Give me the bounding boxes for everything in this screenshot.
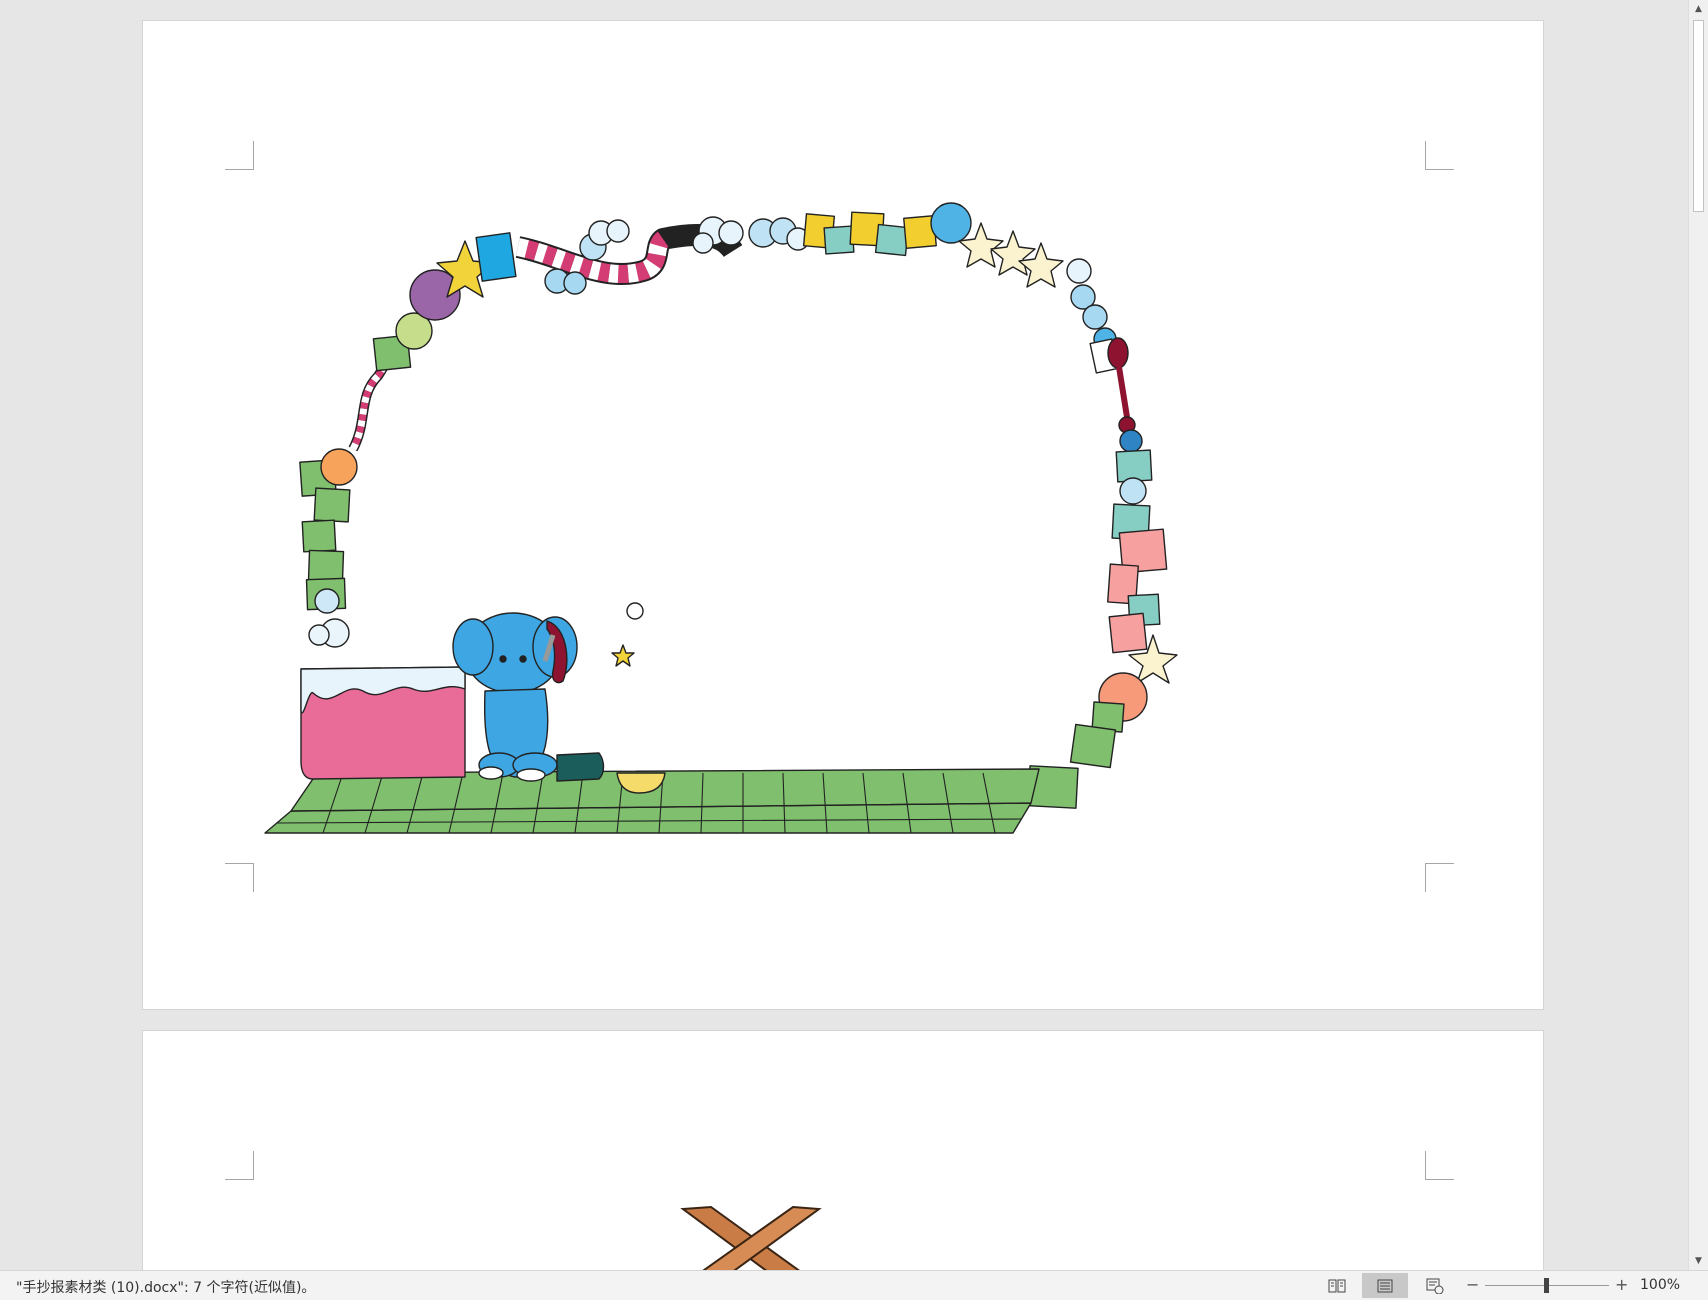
zoom-in-button[interactable]: + xyxy=(1615,1275,1628,1294)
print-layout-icon xyxy=(1377,1279,1393,1292)
web-layout-button[interactable] xyxy=(1412,1273,1458,1298)
clipart-frame-image[interactable] xyxy=(143,21,1545,1011)
print-layout-button[interactable] xyxy=(1362,1273,1408,1298)
scroll-thumb[interactable] xyxy=(1693,20,1704,212)
document-workspace[interactable] xyxy=(0,0,1688,1270)
zoom-slider-thumb[interactable] xyxy=(1544,1278,1549,1293)
crossed-planks-image[interactable] xyxy=(143,1031,1545,1270)
document-word-count[interactable]: "手抄报素材类 (10).docx": 7 个字符(近似值)。 xyxy=(16,1277,315,1297)
page-2[interactable] xyxy=(142,1030,1544,1270)
read-mode-button[interactable] xyxy=(1314,1273,1360,1298)
web-layout-icon xyxy=(1426,1278,1444,1294)
zoom-level[interactable]: 100% xyxy=(1640,1277,1680,1293)
status-bar: "手抄报素材类 (10).docx": 7 个字符(近似值)。 − + 100% xyxy=(0,1270,1708,1300)
read-mode-icon xyxy=(1328,1279,1346,1292)
zoom-out-button[interactable]: − xyxy=(1466,1275,1479,1294)
scroll-up-arrow-icon[interactable]: ▲ xyxy=(1689,0,1708,18)
vertical-scrollbar[interactable]: ▲ ▼ xyxy=(1688,0,1708,1270)
page-1[interactable] xyxy=(142,20,1544,1010)
scroll-down-arrow-icon[interactable]: ▼ xyxy=(1689,1252,1708,1270)
